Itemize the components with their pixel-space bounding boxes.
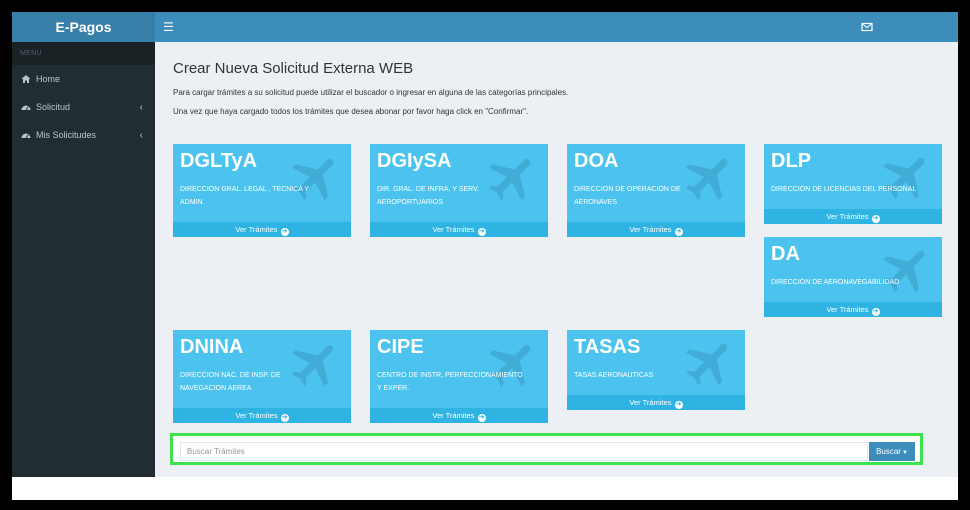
airplane-icon [883, 157, 925, 200]
tile-doa[interactable]: DOA DIRECCION DE OPERACION DE AERONAVES Ve… [567, 144, 745, 237]
home-icon [21, 75, 31, 83]
tile-description: DIR. GRAL. DE INFRA. Y SERV. AEROPORTUAR… [377, 186, 480, 206]
arrow-circle-right-icon: ➜ [674, 401, 683, 409]
tile-code: DOA [574, 150, 619, 172]
ver-tramites-label: Ver Trámites [629, 225, 672, 234]
chevron-left-icon: ‹ [139, 102, 143, 113]
ver-tramites-label: Ver Trámites [826, 212, 869, 221]
tile-description: DIRECCION DE AERONAVEGABILIDAD [771, 279, 900, 286]
hamburger-icon[interactable]: ☰ [163, 19, 177, 35]
search-input[interactable] [180, 442, 868, 461]
sidebar-item-label: Solicitud [36, 102, 71, 112]
arrow-circle-right-icon: ➜ [477, 228, 486, 236]
ver-tramites-link[interactable]: Ver Trámites ➜ [173, 408, 351, 423]
sidebar-item-solicitud[interactable]: Solicitud ‹ [12, 93, 155, 121]
caret-down-icon: ▼ [901, 450, 908, 456]
airplane-icon [883, 250, 925, 293]
ver-tramites-link[interactable]: Ver Trámites ➜ [764, 209, 942, 224]
ver-tramites-label: Ver Trámites [826, 305, 869, 314]
tile-code: DGLTyA [180, 150, 258, 172]
sidebar-item-mis-solicitudes[interactable]: Mis Solicitudes ‹ [12, 121, 155, 149]
tile-description: DIRECCION DE LICENCIAS DEL PERSONAL [771, 186, 917, 193]
ver-tramites-link[interactable]: Ver Trámites ➜ [567, 222, 745, 237]
tile-description: DIRECCION NAC. DE INSP. DE NAVEGACION AE… [180, 372, 281, 392]
page-instructions: Una vez que haya cargado todos los trámi… [173, 107, 529, 116]
tile-code: TASAS [574, 336, 641, 358]
ver-tramites-link[interactable]: Ver Trámites ➜ [370, 408, 548, 423]
page-title: Crear Nueva Solicitud Externa WEB [173, 60, 414, 77]
tile-tasas[interactable]: TASAS TASAS AERONAUTICAS Ver Trámites ➜ [567, 330, 745, 410]
ver-tramites-label: Ver Trámites [235, 225, 278, 234]
arrow-circle-right-icon: ➜ [871, 215, 880, 223]
ver-tramites-link[interactable]: Ver Trámites ➜ [370, 222, 548, 237]
ver-tramites-link[interactable]: Ver Trámites ➜ [173, 222, 351, 237]
page-bottom [12, 477, 958, 500]
app-screen: E-Pagos ☰ MENU Home Solicitud ‹ Mis Soli… [12, 12, 958, 500]
tile-dgltya[interactable]: DGLTyA DIRECCION GRAL. LEGAL , TECNICA Y … [173, 144, 351, 237]
arrow-circle-right-icon: ➜ [871, 308, 880, 316]
tile-code: DLP [771, 150, 811, 172]
ver-tramites-link[interactable]: Ver Trámites ➜ [764, 302, 942, 317]
tile-description: CENTRO DE INSTR, PERFECCIONAMIENTO Y EXP… [377, 372, 523, 392]
chevron-left-icon: ‹ [139, 130, 143, 141]
arrow-circle-right-icon: ➜ [477, 414, 486, 422]
sidebar-menu-header: MENU [12, 42, 155, 65]
ver-tramites-link[interactable]: Ver Trámites ➜ [567, 395, 745, 410]
envelope-icon[interactable] [861, 21, 873, 33]
brand-logo[interactable]: E-Pagos [12, 12, 155, 42]
ver-tramites-label: Ver Trámites [629, 398, 672, 407]
sidebar-item-label: Mis Solicitudes [36, 130, 97, 140]
sidebar: MENU Home Solicitud ‹ Mis Solicitudes ‹ [12, 42, 155, 477]
arrow-circle-right-icon: ➜ [280, 228, 289, 236]
ver-tramites-label: Ver Trámites [432, 225, 475, 234]
top-navbar: ☰ [155, 12, 958, 42]
airplane-icon [686, 343, 728, 386]
tile-code: DGIySA [377, 150, 452, 172]
dashboard-icon [21, 105, 31, 111]
tile-dgiysa[interactable]: DGIySA DIR. GRAL. DE INFRA. Y SERV. AEROP… [370, 144, 548, 237]
search-button[interactable]: Buscar▼ [869, 442, 915, 461]
tile-dlp[interactable]: DLP DIRECCION DE LICENCIAS DEL PERSONAL Ve… [764, 144, 942, 224]
dashboard-icon [21, 133, 31, 139]
tile-code: DA [771, 243, 800, 265]
tile-da[interactable]: DA DIRECCION DE AERONAVEGABILIDAD Ver Trám… [764, 237, 942, 317]
ver-tramites-label: Ver Trámites [235, 411, 278, 420]
tile-cipe[interactable]: CIPE CENTRO DE INSTR, PERFECCIONAMIENTO Y… [370, 330, 548, 423]
tile-code: CIPE [377, 336, 424, 358]
search-panel: Buscar▼ [170, 433, 923, 465]
ver-tramites-label: Ver Trámites [432, 411, 475, 420]
tile-description: TASAS AERONAUTICAS [574, 372, 654, 379]
arrow-circle-right-icon: ➜ [280, 414, 289, 422]
tile-description: DIRECCION DE OPERACION DE AERONAVES [574, 186, 681, 206]
sidebar-item-home[interactable]: Home [12, 65, 155, 93]
arrow-circle-right-icon: ➜ [674, 228, 683, 236]
tile-code: DNINA [180, 336, 244, 358]
search-button-label: Buscar [876, 447, 901, 456]
tile-description: DIRECCION GRAL. LEGAL , TECNICA Y ADMIN. [180, 186, 309, 206]
sidebar-item-label: Home [36, 74, 61, 84]
tile-dnina[interactable]: DNINA DIRECCION NAC. DE INSP. DE NAVEGACI… [173, 330, 351, 423]
page-description: Para cargar trámites a su solicitud pued… [173, 88, 569, 97]
